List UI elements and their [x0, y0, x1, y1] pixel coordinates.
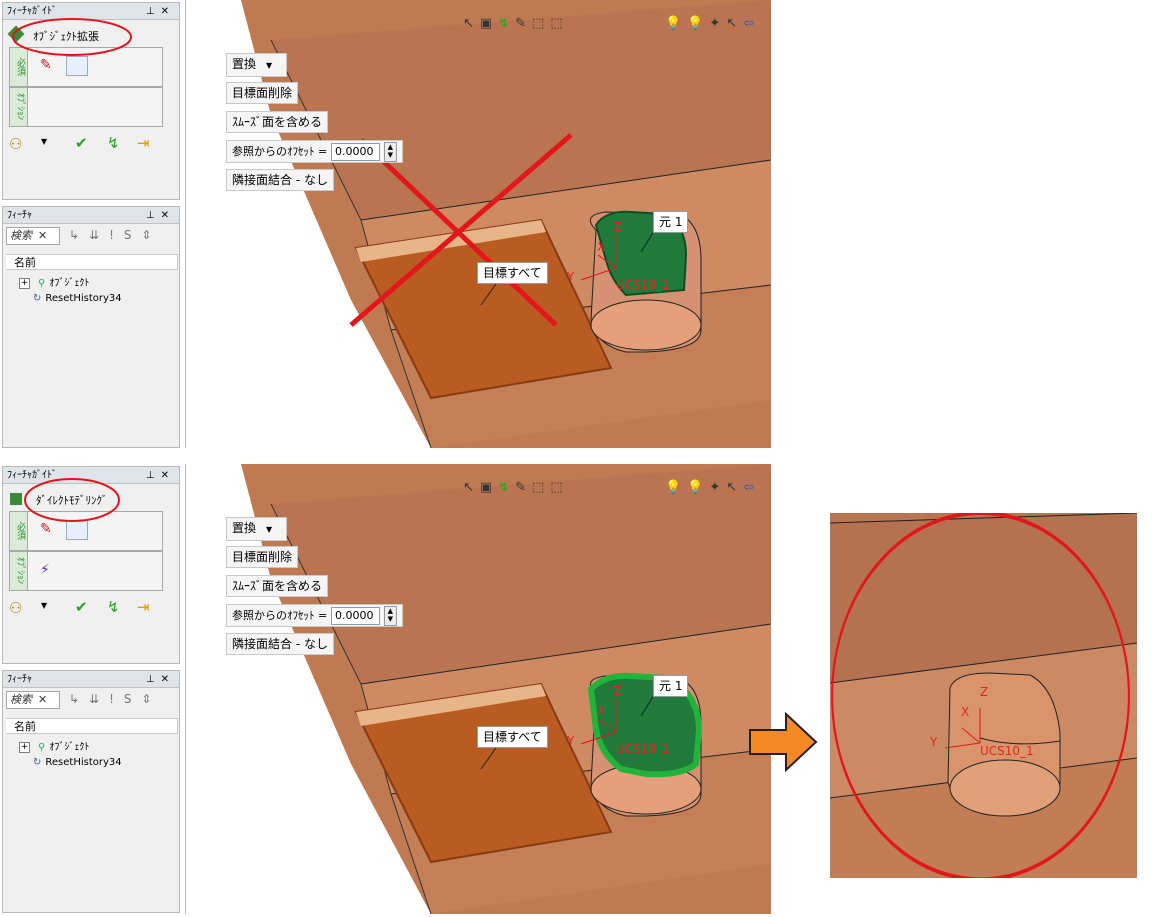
option-section: ｵﾌﾟｼｮﾝ ⚡: [9, 551, 163, 591]
highlight-ellipse-top: [12, 18, 132, 56]
pin-icon[interactable]: ⊥: [146, 674, 161, 685]
offset-spinner[interactable]: ▲ ▼: [383, 141, 397, 162]
adjacent-merge-button[interactable]: 隣接面結合 - なし: [226, 633, 334, 655]
viewport-bottom[interactable]: Z X Y UCS10_1 ↖ ▣ ↯ ✎ ⬚ ⬚ 💡 💡 ✦ ↖ ⇦ 置換 ▼ 目標面削除 ｽﾑｰ…: [185, 464, 771, 914]
search-input[interactable]: 検索 ✕: [6, 691, 60, 709]
check-icon[interactable]: ✔: [75, 134, 88, 152]
tree-column-header: 名前: [6, 718, 178, 734]
offset-value-input[interactable]: 0.0000: [331, 142, 381, 161]
tree-item-object[interactable]: + ⚲ ｵﾌﾞｼﾞｪｸﾄ: [19, 738, 89, 753]
axis-z-label: Z: [613, 684, 622, 698]
offset-spinner[interactable]: ▲ ▼: [383, 605, 397, 626]
eyeglasses-icon[interactable]: ⚇: [9, 135, 22, 153]
replace-dropdown[interactable]: 置換 ▼: [226, 517, 287, 541]
panel-title: ﾌｨｰﾁｬ: [7, 210, 32, 221]
source-label: 元 1: [653, 675, 689, 697]
eraser-icon[interactable]: ✎: [40, 522, 56, 536]
magic-wand-icon[interactable]: ⚡: [40, 562, 50, 578]
axis-x-label: X: [597, 240, 606, 254]
target-label: 目標すべて: [477, 262, 548, 284]
filter-icons[interactable]: ↳⇊!S⇕: [69, 692, 162, 706]
search-input[interactable]: 検索 ✕: [6, 227, 60, 245]
arrow-right-icon: [749, 712, 818, 772]
viewport-top[interactable]: Z X Y UCS10_1 ↖ ▣ ↯ ✎ ⬚ ⬚ 💡 💡 ✦ ↖ ⇦ 置換 ▼ 目標面削除 ｽﾑｰ…: [185, 0, 771, 448]
axis-y-label: Y: [567, 734, 575, 748]
option-section: ｵﾌﾟｼｮﾝ: [9, 87, 163, 127]
close-icon[interactable]: ✕: [161, 470, 175, 481]
delete-target-button[interactable]: 目標面削除: [226, 546, 299, 568]
filter-icons[interactable]: ↳⇊!S⇕: [69, 228, 162, 242]
pin-icon[interactable]: ⊥: [146, 6, 161, 17]
pin-icon[interactable]: ⊥: [146, 210, 161, 221]
adjacent-merge-button[interactable]: 隣接面結合 - なし: [226, 169, 334, 191]
close-icon[interactable]: ✕: [161, 674, 175, 685]
ucs-label: UCS10_1: [616, 278, 670, 292]
panel-titlebar: ﾌｨｰﾁｬ ⊥✕: [3, 207, 179, 224]
check-icon[interactable]: ✔: [75, 598, 88, 616]
option-tab[interactable]: ｵﾌﾟｼｮﾝ: [10, 88, 28, 126]
pin-icon[interactable]: ⊥: [146, 470, 161, 481]
dropdown-icon[interactable]: ▼: [41, 601, 47, 610]
axis-z-label: Z: [613, 220, 622, 234]
close-icon[interactable]: ✕: [161, 210, 175, 221]
include-smooth-button[interactable]: ｽﾑｰｽﾞ面を含める: [226, 575, 329, 597]
view-toolbar-lighting[interactable]: 💡 💡 ✦ ↖ ⇦: [665, 16, 760, 38]
exit-icon[interactable]: ⇥: [137, 134, 150, 152]
panel-title: ﾌｨｰﾁｬ: [7, 674, 32, 685]
view-toolbar-lighting[interactable]: 💡 💡 ✦ ↖ ⇦: [665, 480, 760, 502]
offset-field[interactable]: 参照からのｵﾌｾｯﾄ = 0.0000 ▲ ▼: [226, 140, 403, 163]
source-label: 元 1: [653, 211, 689, 233]
object-icon: ⚲: [38, 278, 46, 289]
mode-icon: [10, 493, 22, 505]
ucs-label: UCS10_1: [616, 742, 670, 756]
eraser-icon[interactable]: ✎: [40, 58, 56, 72]
axis-z-label: Z: [980, 685, 989, 699]
panel-titlebar: ﾌｨｰﾁｬ ⊥✕: [3, 671, 179, 688]
highlight-ellipse-bottom: [24, 478, 120, 522]
result-view: Z X Y UCS10_1: [830, 513, 1137, 878]
tree-column-header: 名前: [6, 254, 178, 270]
eyeglasses-icon[interactable]: ⚇: [9, 599, 22, 617]
apply-continue-icon[interactable]: ↯: [107, 598, 120, 616]
dropdown-icon[interactable]: ▼: [41, 137, 47, 146]
tree-item-reset-history[interactable]: ↻ ResetHistory34: [33, 757, 122, 768]
delete-target-button[interactable]: 目標面削除: [226, 82, 299, 104]
ucs-label: UCS10_1: [980, 744, 1034, 758]
reset-history-icon: ↻: [33, 293, 42, 304]
option-tab[interactable]: ｵﾌﾟｼｮﾝ: [10, 552, 28, 590]
axis-y-label: Y: [930, 735, 938, 749]
exit-icon[interactable]: ⇥: [137, 598, 150, 616]
apply-continue-icon[interactable]: ↯: [107, 134, 120, 152]
view-toolbar-selection[interactable]: ↖ ▣ ↯ ✎ ⬚ ⬚: [463, 480, 569, 502]
feature-panel-top: ﾌｨｰﾁｬ ⊥✕ 検索 ✕ ↳⇊!S⇕ 名前 + ⚲ ｵﾌﾞｼﾞｪｸﾄ ↻ ResetH…: [2, 206, 180, 448]
axis-y-label: Y: [567, 270, 575, 284]
window-button[interactable]: [66, 56, 88, 76]
target-label: 目標すべて: [477, 726, 548, 748]
tree-item-object[interactable]: + ⚲ ｵﾌﾞｼﾞｪｸﾄ: [19, 274, 89, 289]
axis-x-label: X: [597, 704, 606, 718]
offset-field[interactable]: 参照からのｵﾌｾｯﾄ = 0.0000 ▲ ▼: [226, 604, 403, 627]
offset-value-input[interactable]: 0.0000: [331, 606, 381, 625]
close-icon[interactable]: ✕: [161, 6, 175, 17]
feature-panel-bottom: ﾌｨｰﾁｬ ⊥✕ 検索 ✕ ↳⇊!S⇕ 名前 + ⚲ ｵﾌﾞｼﾞｪｸﾄ ↻ ResetH…: [2, 670, 180, 913]
include-smooth-button[interactable]: ｽﾑｰｽﾞ面を含める: [226, 111, 329, 133]
object-icon: ⚲: [38, 742, 46, 753]
tree-item-reset-history[interactable]: ↻ ResetHistory34: [33, 293, 122, 304]
axis-x-label: X: [961, 705, 970, 719]
view-toolbar-selection[interactable]: ↖ ▣ ↯ ✎ ⬚ ⬚: [463, 16, 569, 38]
replace-dropdown[interactable]: 置換 ▼: [226, 53, 287, 77]
reset-history-icon: ↻: [33, 757, 42, 768]
